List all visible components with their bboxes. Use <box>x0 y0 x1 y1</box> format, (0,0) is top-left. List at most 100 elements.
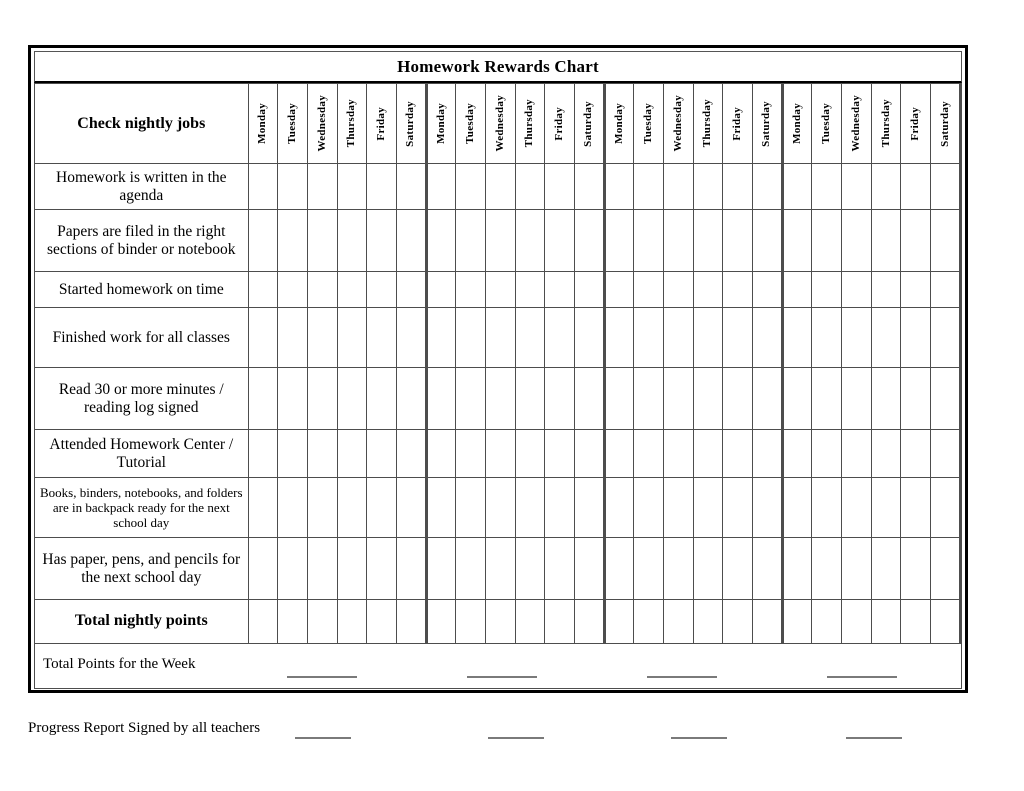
check-cell[interactable] <box>544 477 575 538</box>
check-cell[interactable] <box>662 209 694 272</box>
check-cell[interactable] <box>692 271 724 308</box>
check-cell[interactable] <box>573 209 606 272</box>
check-cell[interactable] <box>484 307 516 368</box>
check-cell[interactable] <box>247 537 279 600</box>
check-cell[interactable] <box>573 599 606 644</box>
check-cell[interactable] <box>722 271 753 308</box>
check-cell[interactable] <box>841 477 872 538</box>
progress-report-blank-4[interactable] <box>846 737 902 739</box>
check-cell[interactable] <box>692 163 724 210</box>
check-cell[interactable] <box>692 307 724 368</box>
check-cell[interactable] <box>514 367 546 430</box>
check-cell[interactable] <box>455 367 486 430</box>
check-cell[interactable] <box>544 537 575 600</box>
check-cell[interactable] <box>603 209 635 272</box>
check-cell[interactable] <box>484 271 516 308</box>
check-cell[interactable] <box>781 367 813 430</box>
check-cell[interactable] <box>306 271 338 308</box>
check-cell[interactable] <box>247 429 279 478</box>
check-cell[interactable] <box>870 599 902 644</box>
check-cell[interactable] <box>395 163 428 210</box>
check-cell[interactable] <box>633 367 664 430</box>
check-cell[interactable] <box>425 307 457 368</box>
check-cell[interactable] <box>692 599 724 644</box>
check-cell[interactable] <box>603 429 635 478</box>
check-cell[interactable] <box>395 271 428 308</box>
check-cell[interactable] <box>277 537 308 600</box>
check-cell[interactable] <box>277 367 308 430</box>
check-cell[interactable] <box>484 599 516 644</box>
check-cell[interactable] <box>247 209 279 272</box>
check-cell[interactable] <box>722 599 753 644</box>
check-cell[interactable] <box>277 163 308 210</box>
check-cell[interactable] <box>455 429 486 478</box>
check-cell[interactable] <box>870 271 902 308</box>
check-cell[interactable] <box>633 477 664 538</box>
check-cell[interactable] <box>811 537 842 600</box>
check-cell[interactable] <box>366 537 397 600</box>
check-cell[interactable] <box>603 477 635 538</box>
check-cell[interactable] <box>366 209 397 272</box>
check-cell[interactable] <box>277 209 308 272</box>
check-cell[interactable] <box>544 163 575 210</box>
check-cell[interactable] <box>841 163 872 210</box>
check-cell[interactable] <box>395 429 428 478</box>
check-cell[interactable] <box>870 429 902 478</box>
check-cell[interactable] <box>811 209 842 272</box>
check-cell[interactable] <box>484 429 516 478</box>
check-cell[interactable] <box>811 599 842 644</box>
check-cell[interactable] <box>930 307 962 368</box>
check-cell[interactable] <box>573 271 606 308</box>
check-cell[interactable] <box>841 537 872 600</box>
check-cell[interactable] <box>722 163 753 210</box>
check-cell[interactable] <box>781 209 813 272</box>
check-cell[interactable] <box>781 163 813 210</box>
check-cell[interactable] <box>484 209 516 272</box>
check-cell[interactable] <box>366 429 397 478</box>
check-cell[interactable] <box>514 271 546 308</box>
check-cell[interactable] <box>841 599 872 644</box>
check-cell[interactable] <box>781 271 813 308</box>
check-cell[interactable] <box>573 307 606 368</box>
check-cell[interactable] <box>930 477 962 538</box>
check-cell[interactable] <box>603 163 635 210</box>
check-cell[interactable] <box>811 271 842 308</box>
check-cell[interactable] <box>900 209 932 272</box>
check-cell[interactable] <box>900 367 932 430</box>
check-cell[interactable] <box>336 163 368 210</box>
check-cell[interactable] <box>366 477 397 538</box>
check-cell[interactable] <box>900 477 932 538</box>
check-cell[interactable] <box>425 163 457 210</box>
check-cell[interactable] <box>722 367 753 430</box>
check-cell[interactable] <box>336 307 368 368</box>
check-cell[interactable] <box>544 209 575 272</box>
check-cell[interactable] <box>751 271 784 308</box>
check-cell[interactable] <box>633 163 664 210</box>
check-cell[interactable] <box>425 271 457 308</box>
check-cell[interactable] <box>514 307 546 368</box>
check-cell[interactable] <box>633 209 664 272</box>
check-cell[interactable] <box>633 599 664 644</box>
check-cell[interactable] <box>247 307 279 368</box>
check-cell[interactable] <box>692 537 724 600</box>
check-cell[interactable] <box>573 537 606 600</box>
check-cell[interactable] <box>366 271 397 308</box>
check-cell[interactable] <box>930 599 962 644</box>
check-cell[interactable] <box>395 367 428 430</box>
check-cell[interactable] <box>573 429 606 478</box>
check-cell[interactable] <box>306 367 338 430</box>
check-cell[interactable] <box>573 367 606 430</box>
check-cell[interactable] <box>484 477 516 538</box>
check-cell[interactable] <box>336 367 368 430</box>
check-cell[interactable] <box>751 307 784 368</box>
check-cell[interactable] <box>662 163 694 210</box>
check-cell[interactable] <box>455 271 486 308</box>
check-cell[interactable] <box>395 307 428 368</box>
check-cell[interactable] <box>633 271 664 308</box>
check-cell[interactable] <box>336 209 368 272</box>
check-cell[interactable] <box>425 537 457 600</box>
check-cell[interactable] <box>900 537 932 600</box>
check-cell[interactable] <box>306 537 338 600</box>
check-cell[interactable] <box>484 537 516 600</box>
check-cell[interactable] <box>633 307 664 368</box>
